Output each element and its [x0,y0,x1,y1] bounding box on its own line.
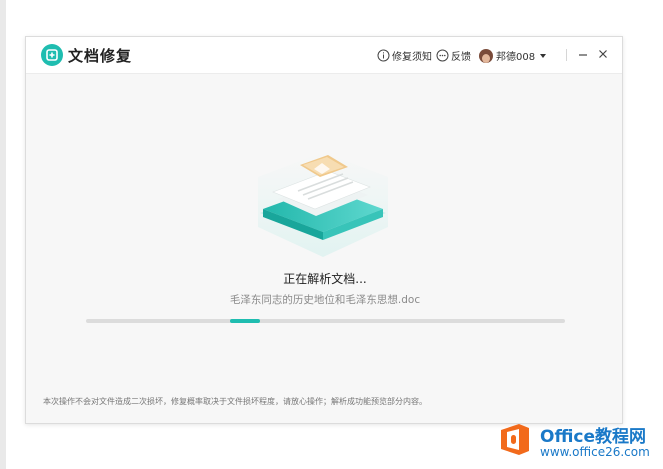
feedback-label: 反馈 [451,52,471,63]
file-name: 毛泽东同志的历史地位和毛泽东思想.doc [229,294,421,306]
close-icon [599,50,607,58]
minimize-button[interactable] [576,47,590,61]
background-strip [0,0,6,469]
avatar [479,48,493,63]
app-window: 文档修复 修复须知 反馈 邦德008 正在解析文档... 毛泽东同志的历史地位和… [25,36,623,424]
progress-fill [230,319,260,323]
app-title: 文档修复 [68,47,133,65]
divider [566,49,567,61]
document-repair-logo-icon [41,44,63,66]
repair-notes-label: 修复须知 [392,52,432,63]
disclaimer-text: 本次操作不会对文件造成二次损坏，修复概率取决于文件损坏程度，请放心操作；解析成功… [43,397,427,406]
user-menu[interactable]: 邦德008 [479,48,547,63]
feedback-link[interactable]: 反馈 [436,48,471,63]
watermark-brand: Office教程网 [540,427,647,447]
user-name: 邦德008 [496,52,536,63]
watermark-url: www.office26.com [540,445,650,459]
chevron-down-icon [540,53,547,58]
close-button[interactable] [596,47,610,61]
title-bar: 文档修复 修复须知 反馈 邦德008 [26,37,622,74]
office-logo-icon [501,424,529,455]
chat-bubble-icon [436,49,449,62]
progress-bar [86,319,565,323]
info-icon [377,49,390,62]
minimize-icon [579,54,587,56]
status-text: 正在解析文档... [283,272,367,286]
repair-notes-link[interactable]: 修复须知 [377,48,432,63]
document-parsing-illustration [258,152,388,257]
